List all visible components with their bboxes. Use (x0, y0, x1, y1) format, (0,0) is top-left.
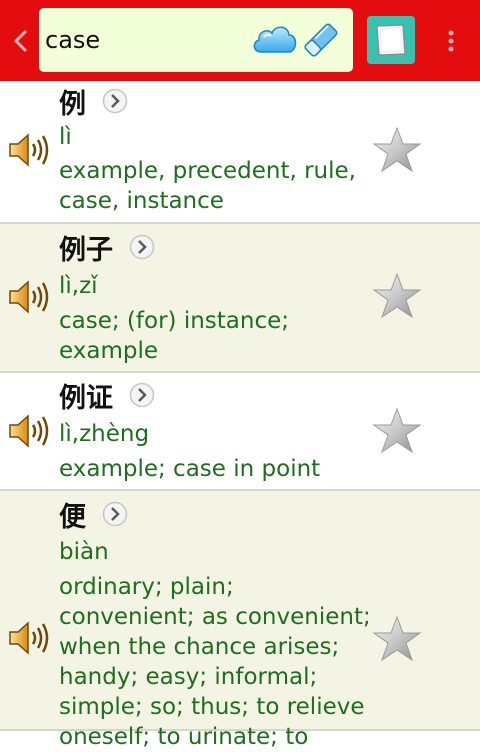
definition: case; (for) instance; example (59, 308, 289, 364)
more-vert-icon (448, 30, 454, 52)
result-item[interactable]: 便 biàn ordinary; plain; convenient; as c… (0, 491, 480, 750)
pinyin: biàn (59, 539, 109, 565)
chevron-left-icon (13, 29, 28, 53)
hanzi: 便 (59, 501, 86, 533)
pinyin: lì,zhèng (59, 421, 150, 447)
speaker-icon[interactable] (8, 130, 52, 170)
speaker-icon[interactable] (8, 411, 52, 451)
search-box (39, 8, 353, 72)
hanzi: 例 (59, 88, 86, 120)
chevron-right-circle-icon[interactable] (102, 501, 128, 527)
result-item[interactable]: 例子 lì,zǐ case; (for) instance; example (0, 224, 480, 373)
hanzi-row: 例子 (59, 229, 155, 266)
star-icon[interactable] (372, 615, 422, 663)
hanzi-row: 例证 (59, 377, 155, 414)
hanzi-row: 例 (59, 83, 128, 120)
hanzi-row: 便 (59, 496, 128, 533)
definition: example; case in point (59, 456, 321, 482)
result-item[interactable]: 例 lì example, precedent, rule, case, ins… (0, 81, 480, 224)
results-list: 例 lì example, precedent, rule, case, ins… (0, 81, 480, 750)
result-item[interactable]: 例证 lì,zhèng example; case in point (0, 373, 480, 491)
definition: example, precedent, rule, case, instance (59, 158, 356, 214)
chevron-right-circle-icon[interactable] (129, 382, 155, 408)
hanzi: 例证 (59, 382, 113, 414)
overflow-menu-button[interactable] (440, 24, 462, 58)
notes-icon (376, 24, 406, 56)
eraser-icon[interactable] (301, 20, 341, 60)
chevron-right-circle-icon[interactable] (102, 88, 128, 114)
definition: ordinary; plain; convenient; as convenie… (59, 574, 371, 750)
star-icon[interactable] (372, 407, 422, 455)
speaker-icon[interactable] (8, 277, 52, 317)
hanzi: 例子 (59, 234, 113, 266)
pinyin: lì,zǐ (59, 273, 98, 299)
search-input[interactable] (45, 22, 245, 58)
speaker-icon[interactable] (8, 618, 52, 658)
star-icon[interactable] (372, 126, 422, 174)
star-icon[interactable] (372, 272, 422, 320)
cloud-icon[interactable] (251, 22, 299, 58)
back-button[interactable] (8, 24, 34, 58)
chevron-right-circle-icon[interactable] (129, 234, 155, 260)
notes-button[interactable] (367, 16, 415, 64)
toolbar (0, 0, 480, 81)
pinyin: lì (59, 124, 72, 150)
